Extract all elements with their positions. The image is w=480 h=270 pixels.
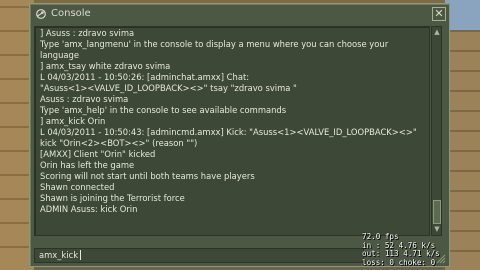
net-graph: 72.0 fps in : 52 4.76 k/s out: 113 4.71 … bbox=[356, 232, 480, 270]
console-line: Orin has left the game bbox=[40, 160, 135, 170]
console-titlebar[interactable]: Console ✕ bbox=[30, 4, 449, 24]
console-line: ] amx_tsay white zdravo svima bbox=[40, 61, 171, 71]
console-line: Asuss : zdravo svima bbox=[40, 94, 129, 104]
triangle-up-icon[interactable]: ▲ bbox=[433, 28, 441, 37]
console-window[interactable]: Console ✕ ] Asuss : zdravo svima Type 'a… bbox=[29, 3, 450, 267]
console-line: Type 'amx_langmenu' in the console to di… bbox=[40, 39, 389, 49]
console-line: L 04/03/2011 - 10:50:26: [adminchat.amxx… bbox=[40, 72, 250, 82]
console-line: Shawn connected bbox=[40, 182, 115, 192]
steam-icon bbox=[36, 9, 46, 19]
console-line: ADMIN Asuss: kick Orin bbox=[40, 204, 138, 214]
console-line: "Asuss<1><VALVE_ID_LOOPBACK><>" tsay "zd… bbox=[40, 83, 297, 93]
console-line: language bbox=[40, 50, 79, 60]
console-line: kick "Orin<2><BOT><>" (reason "") bbox=[40, 138, 198, 148]
output-scrollbar[interactable]: ▲ ▼ bbox=[431, 26, 442, 236]
text-caret bbox=[80, 250, 82, 260]
sky-patch bbox=[445, 0, 480, 30]
console-line: Type 'amx_help' in the console to see av… bbox=[40, 105, 287, 115]
close-icon: ✕ bbox=[434, 7, 444, 20]
command-input-value: amx_kick bbox=[39, 250, 79, 260]
close-button[interactable]: ✕ bbox=[432, 7, 446, 21]
loss-readout: loss: 0 choke: 0 bbox=[362, 258, 436, 267]
console-line: Scoring will not start until both teams … bbox=[40, 171, 255, 181]
console-output: ] Asuss : zdravo svima Type 'amx_langmen… bbox=[34, 26, 430, 236]
console-line: Shawn is joining the Terrorist force bbox=[40, 193, 185, 203]
console-line: ] amx_kick Orin bbox=[40, 116, 106, 126]
command-input[interactable]: amx_kick bbox=[34, 248, 364, 263]
console-line: L 04/03/2011 - 10:50:43: [admincmd.amxx]… bbox=[40, 127, 417, 137]
console-line: [AMXX] Client "Orin" kicked bbox=[40, 149, 156, 159]
scrollbar-thumb[interactable] bbox=[433, 200, 441, 224]
console-line: ] Asuss : zdravo svima bbox=[40, 28, 135, 38]
console-title: Console bbox=[51, 8, 91, 19]
